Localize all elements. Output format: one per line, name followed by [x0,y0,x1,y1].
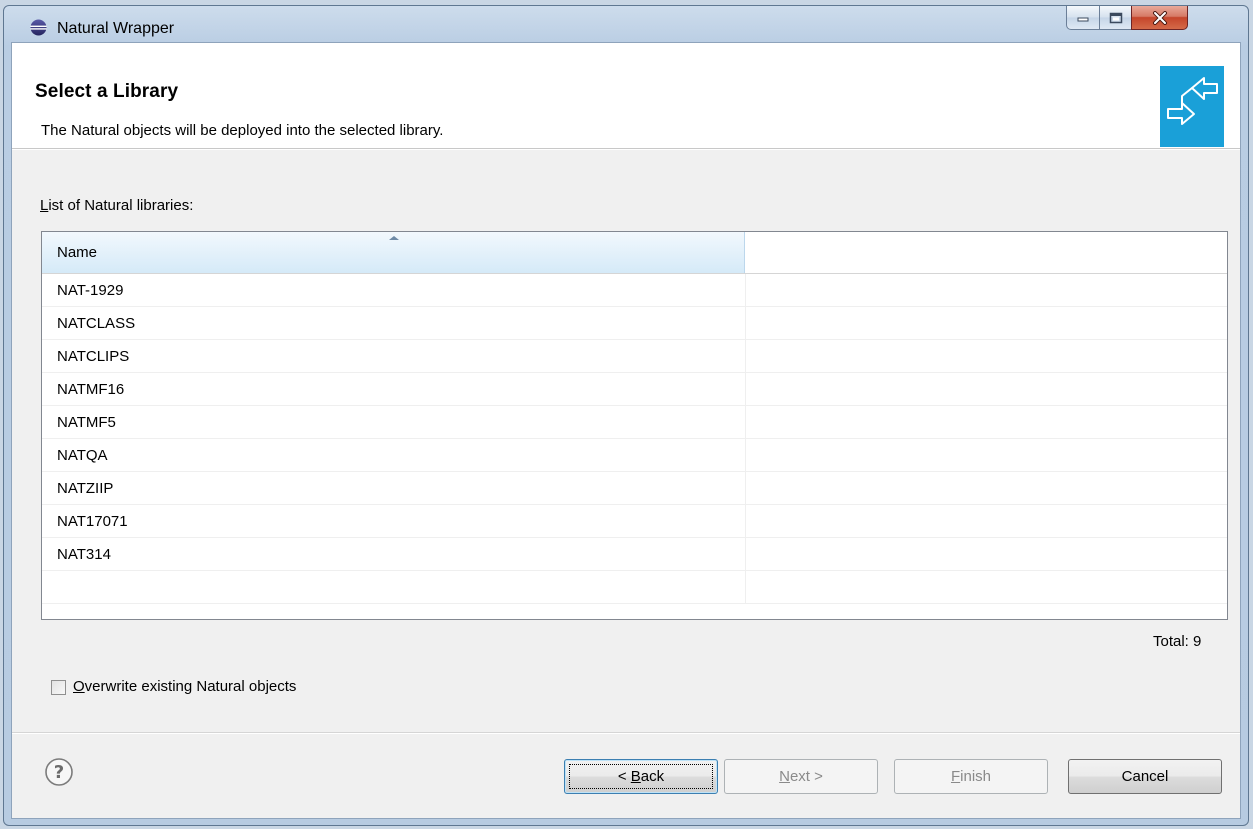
maximize-icon [1109,12,1122,23]
table-cell-name: NATZIIP [57,480,114,497]
table-cell [745,274,1227,306]
table-row[interactable]: NAT17071 [42,505,1227,538]
title-bar[interactable]: Natural Wrapper [4,6,1248,42]
page-description: The Natural objects will be deployed int… [41,122,444,139]
svg-text:?: ? [54,762,64,783]
table-row[interactable]: NATZIIP [42,472,1227,505]
next-button[interactable]: Next > [724,759,878,794]
help-icon[interactable]: ? [44,757,74,787]
table-cell-name: NAT314 [57,546,111,563]
table-cell [745,571,1227,603]
library-list-label: List of Natural libraries: [40,197,194,214]
table-cell [745,472,1227,504]
minimize-icon [1077,17,1089,21]
table-row-empty [42,571,1227,604]
table-row[interactable]: NATCLASS [42,307,1227,340]
column-header-2[interactable] [745,232,1227,273]
minimize-button[interactable] [1066,6,1100,30]
close-button[interactable] [1131,6,1188,30]
window-title: Natural Wrapper [57,20,175,37]
total-count: Total: 9 [1153,633,1202,650]
finish-button[interactable]: Finish [894,759,1048,794]
table-cell-name: NATMF16 [57,381,125,398]
table-cell [745,373,1227,405]
button-bar-separator [12,732,1240,734]
focus-ring [569,764,713,789]
sort-ascending-icon [389,236,399,240]
table-header: Name [42,232,1227,274]
table-cell [745,538,1227,570]
table-row[interactable]: NAT-1929 [42,274,1227,307]
library-table[interactable]: Name NAT-1929 NATCLASS NATCLIPS NATMF16 … [41,231,1228,620]
table-body: NAT-1929 NATCLASS NATCLIPS NATMF16 NATMF… [42,274,1227,604]
column-header-label: Name [57,244,98,261]
table-row[interactable]: NATQA [42,439,1227,472]
table-cell-name: NAT-1929 [57,282,124,299]
table-cell [745,340,1227,372]
overwrite-label[interactable]: Overwrite existing Natural objects [73,678,296,695]
close-icon [1152,10,1167,25]
table-cell [745,505,1227,537]
table-cell-name: NATQA [57,447,108,464]
table-cell-name: NATCLIPS [57,348,130,365]
column-header-name[interactable]: Name [42,232,745,273]
eclipse-icon [30,19,47,36]
checkbox-box[interactable] [51,680,66,695]
dialog-client-area: Select a Library The Natural objects wil… [11,42,1241,819]
banner-separator [12,149,1240,150]
table-row[interactable]: NATCLIPS [42,340,1227,373]
table-row[interactable]: NATMF5 [42,406,1227,439]
maximize-button[interactable] [1099,6,1132,30]
cancel-button[interactable]: Cancel [1068,759,1222,794]
page-title: Select a Library [35,81,179,102]
table-cell-name: NATMF5 [57,414,116,431]
table-row[interactable]: NATMF16 [42,373,1227,406]
table-row[interactable]: NAT314 [42,538,1227,571]
wizard-banner: Select a Library The Natural objects wil… [12,43,1240,149]
dialog-window: Natural Wrapper Select a Library The Nat… [3,5,1249,826]
table-cell [745,307,1227,339]
table-cell-name: NATCLASS [57,315,136,332]
table-cell-name: NAT17071 [57,513,128,530]
table-cell [745,439,1227,471]
back-button[interactable]: < Back [564,759,718,794]
table-cell [745,406,1227,438]
wrapper-arrows-icon [1160,66,1224,147]
